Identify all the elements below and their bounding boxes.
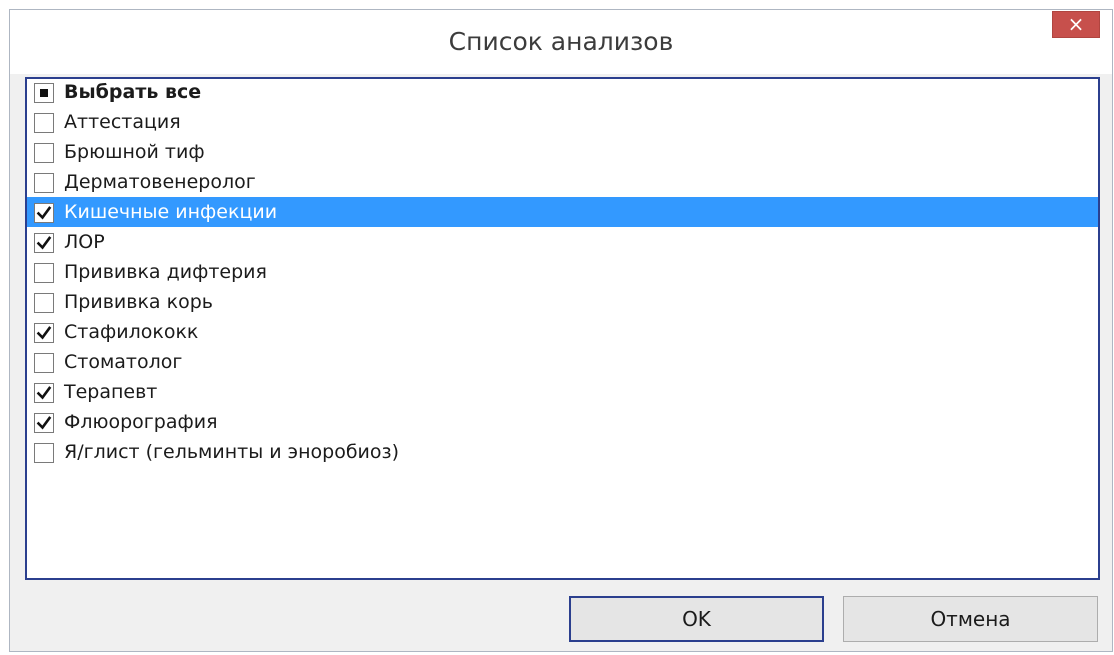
checkmark-icon <box>36 416 52 430</box>
item-label: Терапевт <box>64 381 158 403</box>
list-item[interactable]: Прививка дифтерия <box>27 257 1098 287</box>
cancel-button[interactable]: Отмена <box>843 596 1098 642</box>
item-checkbox[interactable] <box>34 293 54 313</box>
indeterminate-square-icon <box>40 89 48 97</box>
item-label: Флюорография <box>64 411 218 433</box>
item-label: Прививка корь <box>64 291 213 313</box>
item-label: Аттестация <box>64 111 181 133</box>
list-item[interactable]: Дерматовенеролог <box>27 167 1098 197</box>
item-label: ЛОР <box>64 231 105 253</box>
checkmark-icon <box>36 386 52 400</box>
checkmark-icon <box>36 326 52 340</box>
item-checkbox[interactable] <box>34 413 54 433</box>
item-checkbox[interactable] <box>34 203 54 223</box>
item-checkbox[interactable] <box>34 113 54 133</box>
list-item[interactable]: Флюорография <box>27 407 1098 437</box>
item-label: Стоматолог <box>64 351 183 373</box>
item-label: Стафилококк <box>64 321 199 343</box>
checkmark-icon <box>36 206 52 220</box>
title-bar[interactable]: Список анализов × <box>10 10 1112 74</box>
item-label: Прививка дифтерия <box>64 261 267 283</box>
item-checkbox[interactable] <box>34 323 54 343</box>
dialog-title: Список анализов <box>448 27 674 56</box>
dialog-window: Список анализов × Выбрать все Аттестация Б… <box>9 9 1113 652</box>
item-label: Выбрать все <box>64 81 202 103</box>
list-item[interactable]: Прививка корь <box>27 287 1098 317</box>
select-all-checkbox[interactable] <box>34 83 54 103</box>
list-item[interactable]: Стафилококк <box>27 317 1098 347</box>
list-item[interactable]: Стоматолог <box>27 347 1098 377</box>
close-icon: × <box>1067 12 1085 36</box>
item-checkbox[interactable] <box>34 173 54 193</box>
list-item[interactable]: Брюшной тиф <box>27 137 1098 167</box>
list-item[interactable]: Аттестация <box>27 107 1098 137</box>
item-checkbox[interactable] <box>34 383 54 403</box>
ok-button[interactable]: OK <box>569 596 824 642</box>
list-item[interactable]: Кишечные инфекции <box>27 197 1098 227</box>
analysis-list[interactable]: Выбрать все Аттестация Брюшной тиф Дерматов… <box>25 77 1100 580</box>
item-label: Кишечные инфекции <box>64 201 278 223</box>
list-item[interactable]: ЛОР <box>27 227 1098 257</box>
item-label: Дерматовенеролог <box>64 171 256 193</box>
item-label: Брюшной тиф <box>64 141 205 163</box>
list-item[interactable]: Я/глист (гельминты и эноробиоз) <box>27 437 1098 467</box>
item-checkbox[interactable] <box>34 353 54 373</box>
item-checkbox[interactable] <box>34 263 54 283</box>
select-all-item[interactable]: Выбрать все <box>27 77 1098 107</box>
item-checkbox[interactable] <box>34 443 54 463</box>
list-item[interactable]: Терапевт <box>27 377 1098 407</box>
item-label: Я/глист (гельминты и эноробиоз) <box>64 441 400 463</box>
close-button[interactable]: × <box>1052 11 1100 38</box>
checkmark-icon <box>36 236 52 250</box>
item-checkbox[interactable] <box>34 143 54 163</box>
item-checkbox[interactable] <box>34 233 54 253</box>
